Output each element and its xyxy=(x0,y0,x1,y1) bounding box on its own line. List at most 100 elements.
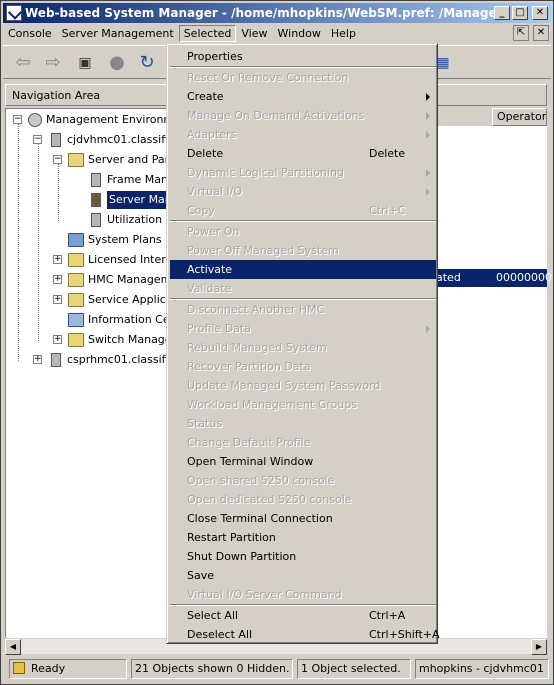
status-objects: 21 Objects shown 0 Hidden. xyxy=(131,659,293,679)
menu-item-open-terminal-window[interactable]: Open Terminal Window xyxy=(170,452,436,471)
refresh-icon[interactable]: ↻ xyxy=(135,53,159,73)
menu-item-delete[interactable]: Delete Delete xyxy=(170,144,436,163)
up-folder-icon[interactable]: ▣ xyxy=(73,53,97,73)
collapse-toggle[interactable]: − xyxy=(53,155,62,164)
maximize-button[interactable]: □ xyxy=(512,6,528,20)
tree-item[interactable]: Server and Parti xyxy=(68,151,167,169)
tree-item-label: HMC Manageme xyxy=(88,273,167,286)
tree-item[interactable]: Server Mana xyxy=(88,191,167,209)
navigation-area-label: Navigation Area xyxy=(12,89,101,102)
tree-item-label: Information Cent xyxy=(88,313,167,326)
tree-item[interactable]: Licensed Interna xyxy=(68,251,167,269)
tree-item[interactable]: Utilization Da xyxy=(88,211,167,229)
information-center-icon xyxy=(68,313,84,327)
menu-item-open-dedicated-5250-console: Open dedicated 5250 console xyxy=(170,490,436,509)
menu-selected[interactable]: Selected xyxy=(178,25,237,42)
menu-help[interactable]: Help xyxy=(326,25,361,42)
menu-item-label: Change Default Profile xyxy=(187,436,311,449)
status-user: mhopkins - cjdvhmc01 xyxy=(415,659,549,679)
collapse-toggle[interactable]: − xyxy=(33,135,42,144)
submenu-arrow-icon xyxy=(426,188,430,196)
title-bar[interactable]: Web-based System Manager - /home/mhopkin… xyxy=(3,3,551,23)
menu-item-update-managed-system-password: Update Managed System Password xyxy=(170,376,436,395)
menu-item-label: Select All xyxy=(187,609,239,622)
menu-item-change-default-profile: Change Default Profile xyxy=(170,433,436,452)
expand-toggle[interactable]: + xyxy=(53,295,62,304)
menu-console[interactable]: Console xyxy=(3,25,57,42)
tree-item-label: Server Mana xyxy=(107,191,167,209)
menu-item-power-off-managed-system: Power Off Managed System xyxy=(170,241,436,260)
folder-icon xyxy=(68,273,84,287)
menu-window[interactable]: Window xyxy=(273,25,326,42)
menu-server-management[interactable]: Server Management xyxy=(57,25,179,42)
tree-item-label: System Plans xyxy=(88,233,162,246)
server-icon xyxy=(51,353,61,367)
menu-item-label: Rebuild Managed System xyxy=(187,341,327,354)
menu-item-label: Activate xyxy=(187,263,233,276)
submenu-arrow-icon xyxy=(426,325,430,333)
menu-item-label: Open Terminal Window xyxy=(187,455,314,468)
submenu-arrow-icon xyxy=(426,93,430,101)
menu-item-restart-partition[interactable]: Restart Partition xyxy=(170,528,436,547)
scroll-right-icon[interactable]: ▶ xyxy=(531,639,547,655)
menu-item-activate[interactable]: Activate xyxy=(170,260,436,279)
expand-toggle[interactable]: + xyxy=(33,355,42,364)
column-header-operator[interactable]: Operator P xyxy=(492,108,547,126)
tree-item[interactable]: System Plans xyxy=(68,231,162,249)
tree-item-label: Licensed Interna xyxy=(88,253,167,266)
menu-item-shut-down-partition[interactable]: Shut Down Partition xyxy=(170,547,436,566)
menu-shortcut: Ctrl+Shift+A xyxy=(369,628,440,641)
menu-item-label: Shut Down Partition xyxy=(187,550,297,563)
tree-item[interactable]: cjdvhmc01.classified xyxy=(48,131,167,149)
status-ready: Ready xyxy=(9,659,127,679)
menu-item-validate: Validate xyxy=(170,279,436,298)
menu-item-save[interactable]: Save xyxy=(170,566,436,585)
restore-pane-icon[interactable]: ⇱ xyxy=(513,25,529,41)
row-operator: 00000000 xyxy=(496,271,552,284)
globe-icon xyxy=(28,113,42,127)
menu-item-label: Close Terminal Connection xyxy=(187,512,333,525)
submenu-arrow-icon xyxy=(426,131,430,139)
menu-item-copy: Copy Ctrl+C xyxy=(170,201,436,220)
expand-toggle[interactable]: + xyxy=(53,275,62,284)
menu-view[interactable]: View xyxy=(236,25,272,42)
menu-shortcut: Ctrl+C xyxy=(369,204,406,217)
close-button[interactable]: ✕ xyxy=(532,6,548,20)
menu-item-label: Validate xyxy=(187,282,232,295)
menu-item-properties[interactable]: Properties xyxy=(170,47,436,66)
tree-item[interactable]: csprhmc01.classified xyxy=(48,351,167,369)
scroll-left-icon[interactable]: ◀ xyxy=(5,639,21,655)
stop-icon[interactable]: ● xyxy=(105,53,129,73)
forward-icon[interactable]: ⇨ xyxy=(41,53,65,73)
collapse-toggle[interactable]: − xyxy=(13,115,22,124)
menu-item-label: Save xyxy=(187,569,215,582)
menu-item-create[interactable]: Create xyxy=(170,87,436,106)
tree-item[interactable]: HMC Manageme xyxy=(68,271,167,289)
tree-item[interactable]: Information Cent xyxy=(68,311,167,329)
submenu-arrow-icon xyxy=(426,169,430,177)
tree-item-label: Switch Manager xyxy=(88,333,168,346)
back-icon[interactable]: ⇦ xyxy=(11,53,35,73)
menu-item-workload-management-groups: Workload Management Groups xyxy=(170,395,436,414)
server-icon xyxy=(51,133,61,147)
expand-toggle[interactable]: + xyxy=(53,255,62,264)
tree-item[interactable]: Switch Manager xyxy=(68,331,168,349)
system-plans-icon xyxy=(68,233,84,247)
tree-item[interactable]: Service Applicat xyxy=(68,291,167,309)
menu-item-close-terminal-connection[interactable]: Close Terminal Connection xyxy=(170,509,436,528)
menu-item-select-all[interactable]: Select All Ctrl+A xyxy=(170,606,436,625)
menu-item-label: Open shared 5250 console xyxy=(187,474,335,487)
menu-item-label: Power On xyxy=(187,225,240,238)
folder-icon xyxy=(68,333,84,347)
close-pane-icon[interactable]: ✕ xyxy=(533,25,549,41)
menu-item-label: Workload Management Groups xyxy=(187,398,358,411)
tree-item-label: Management Environment xyxy=(46,113,167,126)
tree-item[interactable]: Frame Mana xyxy=(88,171,167,189)
tree-item[interactable]: Management Environment xyxy=(28,111,167,129)
menu-item-open-shared-5250-console: Open shared 5250 console xyxy=(170,471,436,490)
expand-toggle[interactable]: + xyxy=(53,335,62,344)
menu-item-label: Adapters xyxy=(187,128,237,141)
menu-item-label: Virtual I/O Server Command xyxy=(187,588,342,601)
minimize-button[interactable]: _ xyxy=(494,6,510,20)
menu-item-deselect-all[interactable]: Deselect All Ctrl+Shift+A xyxy=(170,625,440,644)
